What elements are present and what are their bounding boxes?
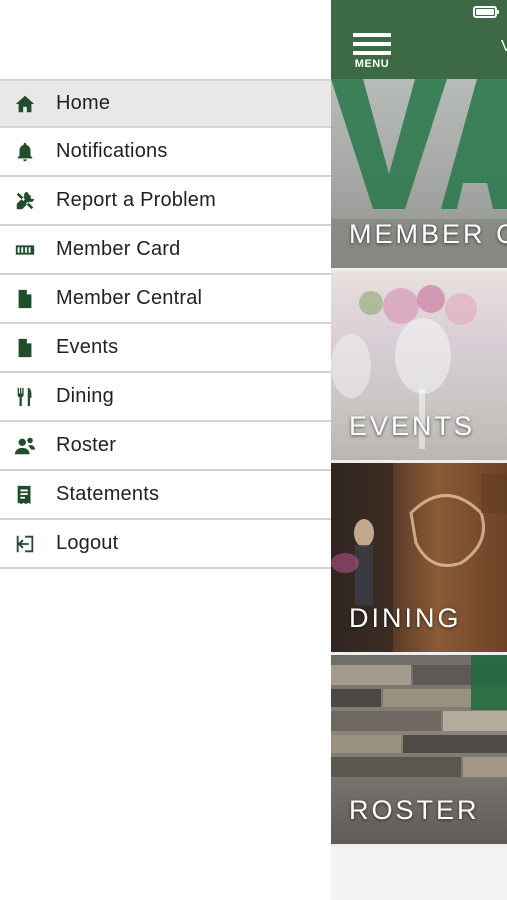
tile-member-central[interactable]: MEMBER C [331,79,507,268]
tools-icon [13,189,37,213]
drawer-item-label: Home [56,92,111,114]
drawer-item-label: Report a Problem [56,189,216,211]
bell-icon [13,140,37,164]
logout-icon [13,532,37,556]
drawer-item-label: Statements [56,483,160,505]
utensils-icon [13,385,37,409]
tile-label: DINING [349,603,462,633]
side-drawer: Home Notifications Report a Problem Memb… [0,0,331,900]
drawer-item-roster[interactable]: Roster [0,422,331,471]
tile-label: EVENTS [349,411,476,441]
drawer-item-label: Notifications [56,140,168,162]
battery-icon [473,6,499,18]
drawer-item-label: Events [56,336,119,358]
drawer-item-label: Member Central [56,287,203,309]
menu-button[interactable]: MENU [353,33,393,70]
hamburger-icon [353,33,393,55]
tile-label: ROSTER [349,795,480,825]
drawer-item-logout[interactable]: Logout [0,520,331,569]
tile-dining[interactable]: DINING [331,463,507,652]
document-icon [13,287,37,311]
drawer-item-report-problem[interactable]: Report a Problem [0,177,331,226]
drawer-item-home[interactable]: Home [0,79,331,128]
drawer-item-member-card[interactable]: Member Card [0,226,331,275]
top-app-bar: MENU V [331,0,507,79]
main-content-panel: MENU V MEMBER C EVENTS DINING ROSTER [331,0,507,900]
drawer-item-member-central[interactable]: Member Central [0,275,331,324]
drawer-item-label: Roster [56,434,117,456]
drawer-item-label: Dining [56,385,114,407]
drawer-item-notifications[interactable]: Notifications [0,128,331,177]
drawer-menu-list: Home Notifications Report a Problem Memb… [0,79,331,569]
home-icon [13,92,37,116]
tile-label: MEMBER C [349,219,507,249]
drawer-item-statements[interactable]: Statements [0,471,331,520]
statement-icon [13,483,37,507]
people-icon [13,434,37,458]
drawer-item-dining[interactable]: Dining [0,373,331,422]
drawer-item-label: Member Card [56,238,181,260]
tile-next-partial[interactable] [331,847,507,900]
menu-button-label: MENU [354,58,390,70]
card-icon [13,238,37,262]
app-title: V [501,38,507,55]
document-icon [13,336,37,360]
tile-roster[interactable]: ROSTER [331,655,507,844]
drawer-item-events[interactable]: Events [0,324,331,373]
drawer-item-label: Logout [56,532,119,554]
tile-events[interactable]: EVENTS [331,271,507,460]
